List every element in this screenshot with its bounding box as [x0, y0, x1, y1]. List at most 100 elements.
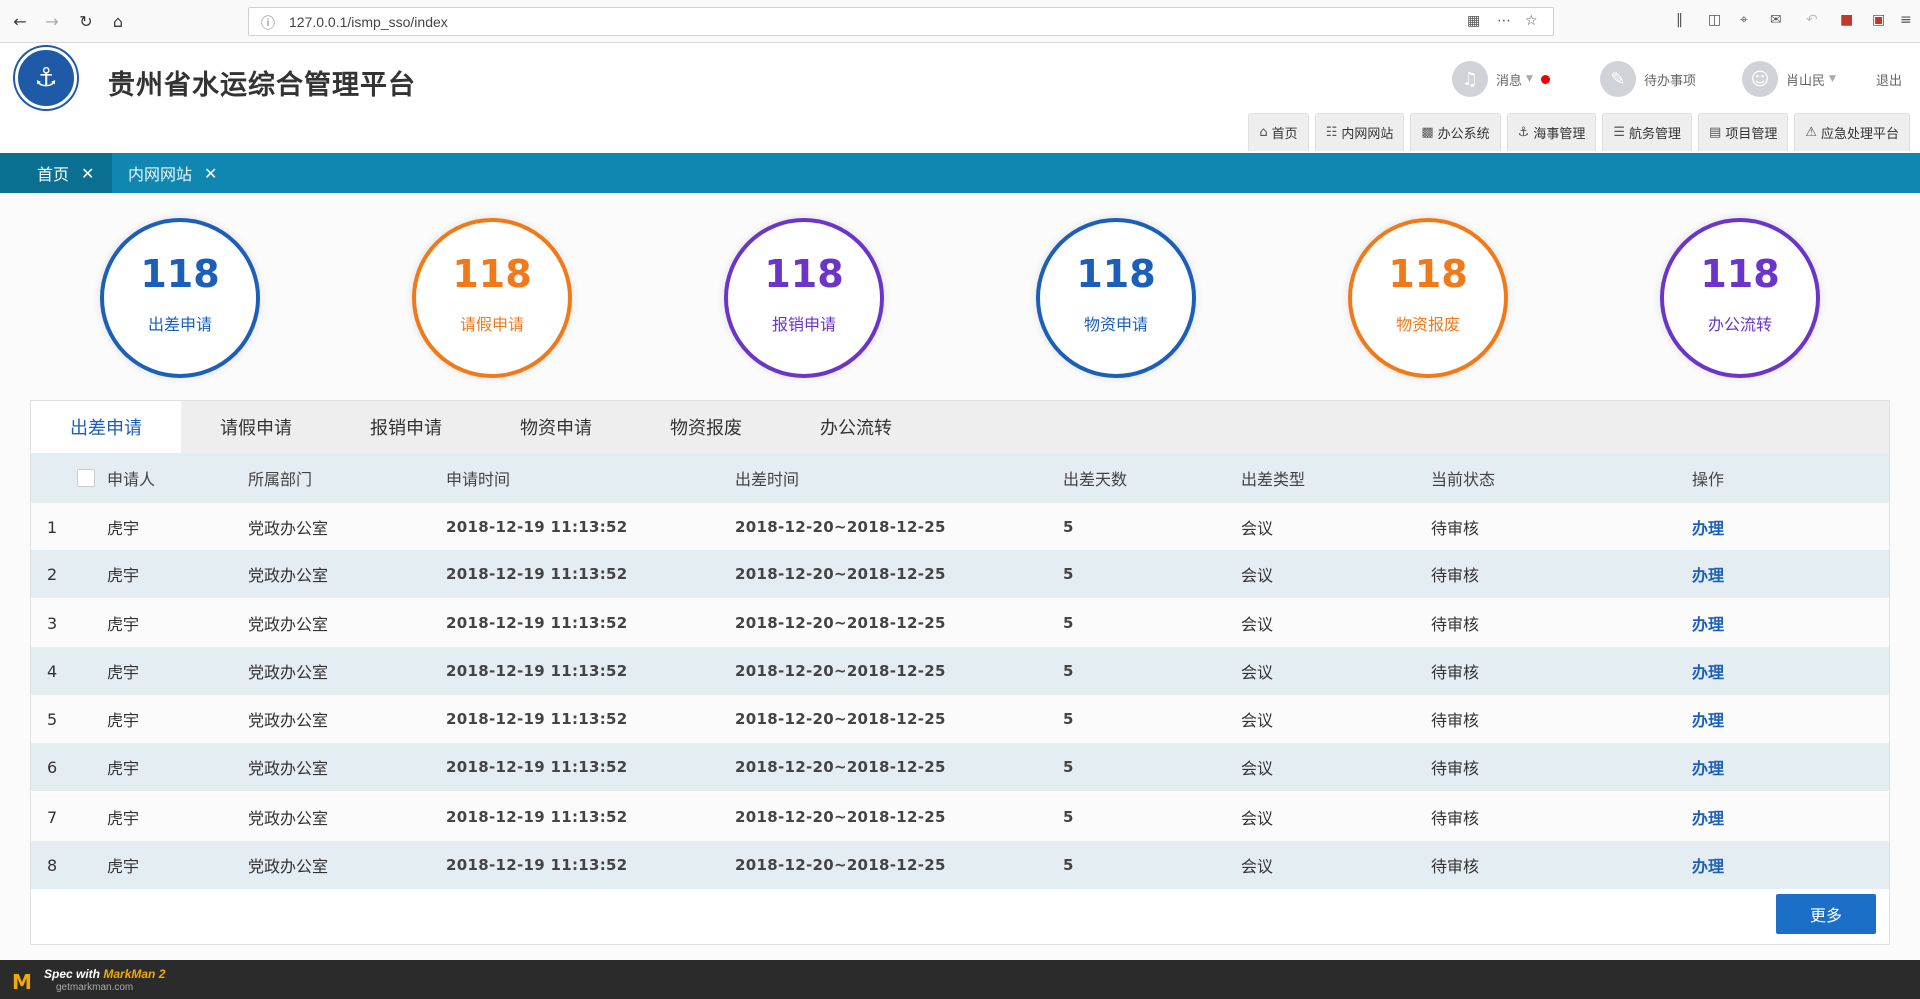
logout-button[interactable]: 退出: [1876, 61, 1902, 97]
menu-icon[interactable]: ≡: [1900, 12, 1912, 28]
cell-department: 党政办公室: [248, 663, 329, 682]
process-link[interactable]: 办理: [1692, 503, 1724, 551]
home-icon[interactable]: ⌂: [106, 9, 130, 33]
cell-days: 5: [1063, 808, 1074, 826]
stat-card-flow[interactable]: 118 办公流转: [1660, 218, 1820, 378]
messages-button[interactable]: ♫ 消息 ▼: [1452, 61, 1550, 97]
cell-trip-time: 2018-12-20~2018-12-25: [735, 565, 946, 583]
tab-leave[interactable]: 请假申请: [181, 401, 331, 453]
user-menu[interactable]: ☺ 肖山民 ▼: [1742, 61, 1836, 97]
more-actions-icon[interactable]: ⋯: [1497, 13, 1511, 29]
process-link[interactable]: 办理: [1692, 647, 1724, 695]
cell-status: 待审核: [1431, 615, 1480, 634]
messages-label: 消息: [1496, 73, 1523, 89]
back-icon[interactable]: ←: [8, 9, 32, 33]
stat-label: 报销申请: [771, 315, 836, 334]
nav-intranet[interactable]: ☷ 内网网站: [1314, 113, 1405, 151]
stat-card-material[interactable]: 118 物资申请: [1036, 218, 1196, 378]
system-nav: ⌂ 首页 ☷ 内网网站 ▩ 办公系统 ⚓ 海事管理 ☰ 航务管理 ▤ 项目管理 ⚠ 应急处理平…: [1248, 113, 1910, 151]
extension-icon[interactable]: ■: [1840, 12, 1853, 28]
process-link[interactable]: 办理: [1692, 695, 1724, 743]
cell-applicant: 虎宇: [107, 759, 140, 778]
pocket-icon[interactable]: ▣: [1872, 12, 1885, 28]
nav-office[interactable]: ▩ 办公系统: [1410, 113, 1501, 151]
cell-days: 5: [1063, 856, 1074, 874]
cell-apply-time: 2018-12-19 11:13:52: [446, 856, 628, 874]
cell-trip-time: 2018-12-20~2018-12-25: [735, 614, 946, 632]
cell-department: 党政办公室: [248, 857, 329, 876]
todo-label: 待办事项: [1644, 73, 1697, 89]
bell-icon: ♫: [1452, 61, 1488, 97]
crop-icon[interactable]: ⌖: [1740, 12, 1748, 28]
stat-card-reimburse[interactable]: 118 报销申请: [724, 218, 884, 378]
table-row: 8 虎宇 党政办公室 2018-12-19 11:13:52 2018-12-20~20…: [31, 841, 1889, 889]
qr-icon[interactable]: ▦: [1467, 13, 1480, 29]
cell-applicant: 虎宇: [107, 809, 140, 828]
requests-panel: 出差申请 请假申请 报销申请 物资申请 物资报废 办公流转 申请人 所属部门 申…: [30, 400, 1890, 945]
tab-flow[interactable]: 办公流转: [781, 401, 931, 453]
nav-emergency[interactable]: ⚠ 应急处理平台: [1794, 113, 1910, 151]
ship-icon: ⚓: [1517, 125, 1530, 140]
tab-trip[interactable]: 出差申请: [31, 401, 181, 453]
nav-project[interactable]: ▤ 项目管理: [1698, 113, 1789, 151]
tab-scrap[interactable]: 物资报废: [631, 401, 781, 453]
url-text[interactable]: 127.0.0.1/ismp_sso/index: [289, 14, 448, 30]
col-status: 当前状态: [1431, 470, 1496, 489]
avatar: ☺: [1742, 61, 1778, 97]
more-button[interactable]: 更多: [1776, 894, 1876, 934]
stat-card-leave[interactable]: 118 请假申请: [412, 218, 572, 378]
sidebar-icon[interactable]: ◫: [1708, 12, 1721, 28]
row-number: 5: [47, 709, 58, 729]
process-link[interactable]: 办理: [1692, 743, 1724, 791]
cell-status: 待审核: [1431, 519, 1480, 538]
cell-applicant: 虎宇: [107, 566, 140, 585]
process-link[interactable]: 办理: [1692, 599, 1724, 647]
row-number: 8: [47, 855, 58, 875]
nav-maritime[interactable]: ⚓ 海事管理: [1506, 113, 1597, 151]
markman-text: Spec with MarkMan 2: [44, 967, 166, 981]
row-number: 4: [47, 661, 58, 681]
process-link[interactable]: 办理: [1692, 841, 1724, 889]
table-header: 申请人 所属部门 申请时间 出差时间 出差天数 出差类型 当前状态 操作: [31, 453, 1889, 503]
address-bar[interactable]: ⓘ 127.0.0.1/ismp_sso/index ▦ ⋯ ☆: [248, 7, 1554, 36]
cell-apply-time: 2018-12-19 11:13:52: [446, 518, 628, 536]
tab-reimburse[interactable]: 报销申请: [331, 401, 481, 453]
cell-trip-time: 2018-12-20~2018-12-25: [735, 710, 946, 728]
cell-apply-time: 2018-12-19 11:13:52: [446, 808, 628, 826]
close-icon[interactable]: ✕: [204, 164, 217, 183]
nav-navigation[interactable]: ☰ 航务管理: [1602, 113, 1693, 151]
chat-icon[interactable]: ✉: [1770, 12, 1782, 28]
row-number: 1: [47, 517, 58, 537]
reload-icon[interactable]: ↻: [74, 9, 98, 33]
todo-button[interactable]: ✎ 待办事项: [1600, 61, 1696, 97]
process-link[interactable]: 办理: [1692, 550, 1724, 598]
cell-department: 党政办公室: [248, 809, 329, 828]
bookmark-star-icon[interactable]: ☆: [1525, 13, 1538, 29]
cell-type: 会议: [1241, 809, 1274, 828]
library-icon[interactable]: ‖: [1676, 12, 1683, 28]
stat-label: 出差申请: [147, 315, 212, 334]
tab-material[interactable]: 物资申请: [481, 401, 631, 453]
nav-home[interactable]: ⌂ 首页: [1248, 113, 1309, 151]
cell-type: 会议: [1241, 663, 1274, 682]
table-row: 2 虎宇 党政办公室 2018-12-19 11:13:52 2018-12-20~20…: [31, 550, 1889, 598]
col-type: 出差类型: [1241, 470, 1306, 489]
main-content: 118 出差申请 118 请假申请 118 报销申请 118 物资申请 118 …: [0, 193, 1920, 960]
select-all-checkbox[interactable]: [77, 453, 95, 503]
logout-label[interactable]: 退出: [1876, 70, 1902, 89]
stat-card-scrap[interactable]: 118 物资报废: [1348, 218, 1508, 378]
stat-label: 请假申请: [459, 315, 524, 334]
cell-status: 待审核: [1431, 759, 1480, 778]
tab-intranet[interactable]: 内网网站 ✕: [36, 153, 235, 193]
stat-card-trip[interactable]: 118 出差申请: [100, 218, 260, 378]
stat-value: 118: [764, 252, 844, 296]
cell-status: 待审核: [1431, 663, 1480, 682]
cell-days: 5: [1063, 565, 1074, 583]
cell-apply-time: 2018-12-19 11:13:52: [446, 565, 628, 583]
undo-icon[interactable]: ↶: [1806, 12, 1818, 28]
forward-icon[interactable]: →: [40, 9, 64, 33]
process-link[interactable]: 办理: [1692, 793, 1724, 841]
cell-days: 5: [1063, 518, 1074, 536]
warning-icon: ⚠: [1805, 125, 1817, 140]
cell-department: 党政办公室: [248, 615, 329, 634]
